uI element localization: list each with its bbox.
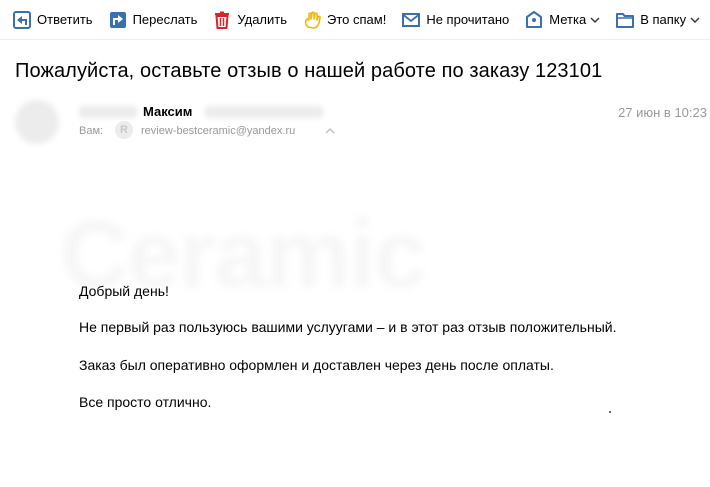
sender-avatar[interactable]: [15, 100, 59, 144]
body-line-1: Не первый раз пользуюсь вашими услуугами…: [79, 319, 617, 335]
chevron-up-icon[interactable]: [325, 127, 335, 135]
stray-dot: [609, 411, 611, 413]
forward-button[interactable]: Переслать: [109, 11, 198, 29]
recipient-avatar-icon: R: [115, 121, 133, 139]
folder-label: В папку: [640, 12, 687, 27]
reply-icon: [13, 10, 31, 29]
spam-label: Это спам!: [327, 12, 387, 27]
forward-icon: [109, 11, 126, 28]
chevron-down-icon: [590, 17, 600, 23]
chevron-down-icon: [690, 17, 700, 23]
sender-name-redacted: [79, 106, 137, 118]
reply-button[interactable]: Ответить: [13, 10, 93, 29]
spam-button[interactable]: Это спам!: [303, 10, 387, 29]
unread-label: Не прочитано: [426, 12, 510, 27]
reply-label: Ответить: [37, 12, 93, 27]
recipient-label: Вам:: [79, 125, 104, 137]
message-toolbar: Ответить Переслать Удалить Это спам! Не …: [0, 0, 710, 40]
folder-icon: [616, 12, 635, 28]
hand-icon: [304, 10, 321, 29]
sender-email-redacted: [205, 106, 323, 118]
recipient-email[interactable]: review-bestceramic@yandex.ru: [141, 125, 295, 137]
move-to-folder-dropdown[interactable]: В папку: [616, 11, 700, 29]
delete-button[interactable]: Удалить: [213, 11, 287, 29]
trash-icon: [215, 11, 230, 29]
body-line-3: Все просто отлично.: [79, 394, 212, 410]
forward-label: Переслать: [132, 12, 198, 27]
body-line-2: Заказ был оперативно оформлен и доставле…: [79, 357, 554, 373]
body-greeting: Добрый день!: [79, 283, 169, 299]
delete-label: Удалить: [237, 12, 288, 27]
label-dropdown[interactable]: Метка: [525, 10, 600, 29]
envelope-icon: [402, 12, 421, 27]
message-date: 27 июн в 10:23: [618, 105, 707, 120]
sender-name[interactable]: Максим: [143, 104, 192, 119]
label-label: Метка: [549, 12, 587, 27]
mark-unread-button[interactable]: Не прочитано: [402, 11, 509, 29]
message-subject: Пожалуйста, оставьте отзыв о нашей работ…: [15, 60, 603, 82]
tag-icon: [526, 10, 543, 28]
